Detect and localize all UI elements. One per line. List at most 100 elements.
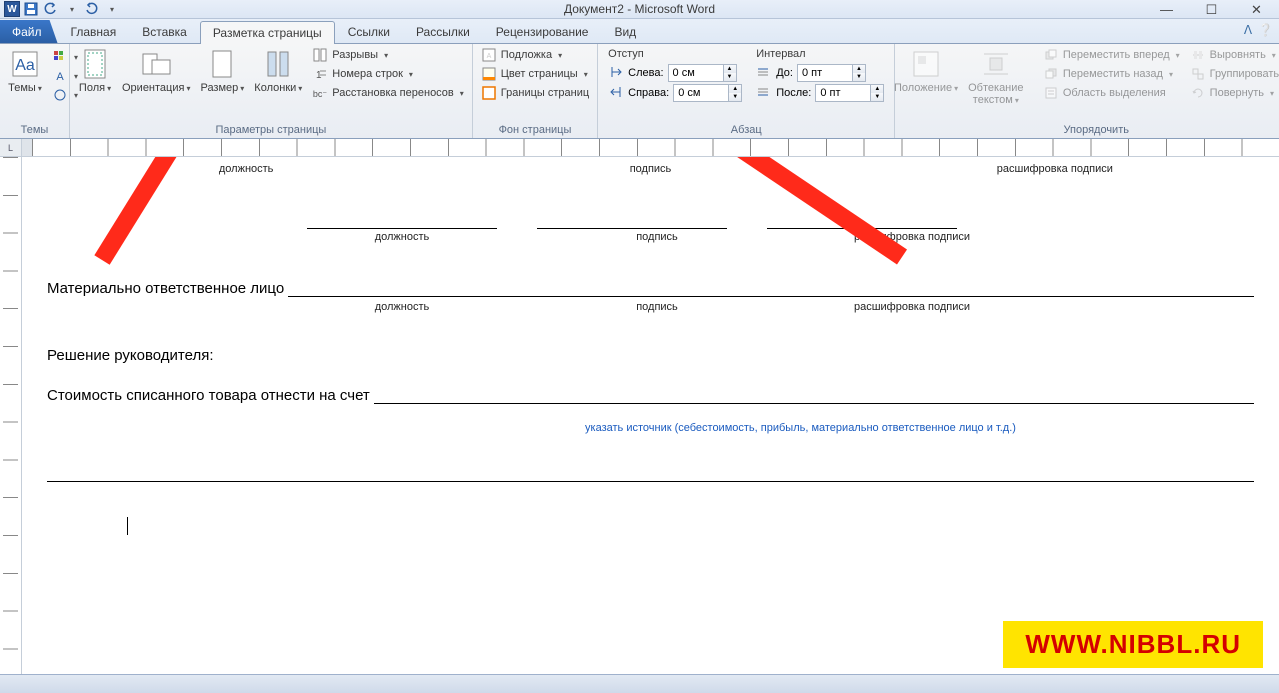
responsible-label: Материально ответственное лицо: [47, 280, 284, 297]
space-after-spinner[interactable]: ▲▼: [815, 84, 884, 102]
underline-field: [767, 211, 957, 229]
page-color-button[interactable]: Цвет страницы: [477, 65, 593, 83]
watermark-icon: A: [481, 47, 497, 63]
indent-right-icon: [608, 85, 624, 101]
quick-access-toolbar: W: [0, 1, 120, 17]
ruler-corner[interactable]: L: [0, 139, 22, 156]
redo-button[interactable]: [82, 1, 100, 17]
maximize-button[interactable]: ☐: [1189, 0, 1234, 19]
margins-button[interactable]: Поля: [74, 46, 116, 97]
spin-down[interactable]: ▼: [871, 93, 883, 101]
minimize-button[interactable]: —: [1144, 0, 1189, 19]
tab-references[interactable]: Ссылки: [335, 20, 403, 43]
label-decryption: расшифровка подписи: [817, 231, 1007, 243]
minimize-ribbon-icon[interactable]: ᐱ: [1244, 23, 1252, 37]
customize-qat-dropdown[interactable]: [102, 1, 120, 17]
selection-pane-button[interactable]: Область выделения: [1039, 84, 1184, 102]
spin-up[interactable]: ▲: [724, 65, 736, 73]
tab-view[interactable]: Вид: [601, 20, 649, 43]
rotate-icon: [1190, 85, 1206, 101]
spin-up[interactable]: ▲: [871, 85, 883, 93]
group-btn[interactable]: Группировать: [1186, 65, 1279, 83]
save-icon: [24, 2, 38, 16]
orientation-label: Ориентация: [122, 82, 190, 95]
indent-right-input[interactable]: [674, 87, 728, 99]
space-before-input[interactable]: [798, 67, 852, 79]
columns-button[interactable]: Колонки: [250, 46, 306, 97]
group-arrange-label: Упорядочить: [899, 122, 1279, 138]
undo-dropdown[interactable]: [62, 1, 80, 17]
underline-field: [307, 211, 497, 229]
hyphenation-label: Расстановка переносов: [332, 87, 453, 99]
spin-up[interactable]: ▲: [853, 65, 865, 73]
watermark-label: Подложка: [501, 49, 552, 61]
decision-label: Решение руководителя:: [47, 347, 1254, 364]
horizontal-ruler[interactable]: [22, 139, 1279, 156]
bring-forward-label: Переместить вперед: [1063, 49, 1170, 61]
group-btn-label: Группировать: [1210, 68, 1279, 80]
underline-field: [537, 211, 727, 229]
save-button[interactable]: [22, 1, 40, 17]
page-borders-button[interactable]: Границы страниц: [477, 84, 593, 102]
bring-forward-button[interactable]: Переместить вперед: [1039, 46, 1184, 64]
breaks-label: Разрывы: [332, 49, 378, 61]
help-icon[interactable]: ❔: [1258, 23, 1273, 37]
ribbon: Aa Темы A Темы Поля Ориентация: [0, 44, 1279, 139]
indent-right-label: Справа:: [628, 87, 669, 99]
space-after-input[interactable]: [816, 87, 870, 99]
position-button[interactable]: Положение: [899, 46, 952, 97]
label-position: должность: [307, 301, 497, 313]
hyphenation-button[interactable]: bc⁻ Расстановка переносов: [308, 84, 468, 102]
maximize-icon: ☐: [1206, 2, 1218, 18]
themes-button[interactable]: Aa Темы: [4, 46, 46, 97]
watermark-button[interactable]: A Подложка: [477, 46, 593, 64]
page-borders-icon: [481, 85, 497, 101]
close-button[interactable]: ✕: [1234, 0, 1279, 19]
redo-icon: [84, 2, 98, 16]
group-icon: [1190, 66, 1206, 82]
space-after-label: После:: [776, 87, 811, 99]
tab-insert[interactable]: Вставка: [129, 20, 200, 43]
line-numbers-button[interactable]: 1Номера строк: [308, 65, 468, 83]
align-button[interactable]: Выровнять: [1186, 46, 1279, 64]
rotate-button[interactable]: Повернуть: [1186, 84, 1279, 102]
tab-file[interactable]: Файл: [0, 20, 58, 43]
group-page-setup: Поля Ориентация Размер Колонки Разрывы 1…: [70, 44, 473, 138]
underline-field: [47, 464, 1254, 482]
vertical-ruler[interactable]: [0, 157, 22, 674]
tab-review[interactable]: Рецензирование: [483, 20, 602, 43]
tab-page-layout[interactable]: Разметка страницы: [200, 21, 335, 44]
orientation-button[interactable]: Ориентация: [118, 46, 194, 97]
page-color-icon: [481, 66, 497, 82]
document-area[interactable]: должность подпись расшифровка подписи до…: [22, 157, 1279, 674]
margins-label: Поля: [79, 82, 111, 95]
send-backward-label: Переместить назад: [1063, 68, 1163, 80]
spin-down[interactable]: ▼: [724, 73, 736, 81]
group-page-background: AПодложка Цвет страницы Границы страниц …: [473, 44, 598, 138]
word-app-icon[interactable]: W: [4, 1, 20, 17]
indent-left-input[interactable]: [669, 67, 723, 79]
source-hint: указать источник (себестоимость, прибыль…: [347, 422, 1254, 434]
indent-right-spinner[interactable]: ▲▼: [673, 84, 742, 102]
indent-left-spinner[interactable]: ▲▼: [668, 64, 737, 82]
line-numbers-label: Номера строк: [332, 68, 403, 80]
space-before-spinner[interactable]: ▲▼: [797, 64, 866, 82]
space-before-label: До:: [776, 67, 793, 79]
svg-text:bc⁻: bc⁻: [313, 89, 327, 99]
label-decryption: расшифровка подписи: [856, 163, 1254, 175]
wrap-text-button[interactable]: Обтекание текстом: [955, 46, 1037, 109]
space-before-icon: [756, 65, 772, 81]
spin-down[interactable]: ▼: [853, 73, 865, 81]
size-button[interactable]: Размер: [196, 46, 248, 97]
themes-label: Темы: [8, 82, 42, 95]
undo-button[interactable]: [42, 1, 60, 17]
spin-down[interactable]: ▼: [729, 93, 741, 101]
position-label: Положение: [894, 82, 958, 95]
send-backward-button[interactable]: Переместить назад: [1039, 65, 1184, 83]
tab-home[interactable]: Главная: [58, 20, 130, 43]
tab-mailings[interactable]: Рассылки: [403, 20, 483, 43]
breaks-button[interactable]: Разрывы: [308, 46, 468, 64]
svg-text:Aa: Aa: [15, 57, 35, 74]
label-signature: подпись: [562, 231, 752, 243]
spin-up[interactable]: ▲: [729, 85, 741, 93]
